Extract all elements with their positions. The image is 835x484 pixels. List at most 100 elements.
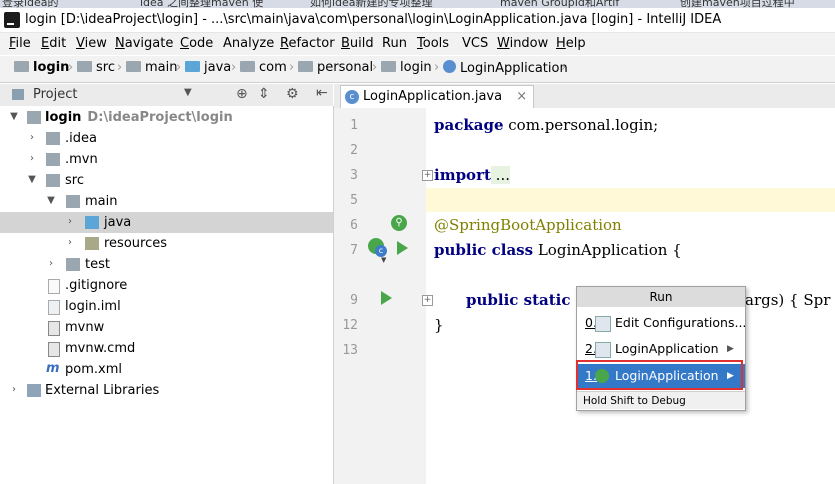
menu-code[interactable]: Code (180, 36, 213, 51)
chevron-right-icon[interactable]: › (26, 132, 38, 144)
breadcrumb-item-com[interactable]: com (240, 60, 287, 75)
tree-item-gitignore[interactable]: .gitignore (0, 275, 333, 296)
menu-file[interactable]: File (9, 36, 31, 51)
menu-refactor[interactable]: Refactor (280, 36, 335, 51)
browser-tab[interactable]: maven GroupId和Artif (500, 0, 619, 8)
menu-item-login-application-2[interactable]: 2. LoginApplication ▶ (577, 337, 745, 361)
tree-item-label: mvnw (65, 320, 105, 335)
chevron-right-icon[interactable]: › (26, 153, 38, 165)
project-panel-header: Project ▼ ⊕ ⇕ ⚙ ⇤ (0, 84, 333, 107)
tree-item-mvnw[interactable]: mvnw (0, 317, 333, 338)
popup-title: Run (577, 287, 745, 307)
browser-tab-strip: 登录idea的 idea 之间整理maven 使 如何idea新建的专项整理 m… (0, 0, 835, 8)
project-panel-title[interactable]: Project (33, 87, 77, 102)
menu-navigate[interactable]: Navigate (115, 36, 173, 51)
popup-hint: Hold Shift to Debug (577, 391, 745, 409)
tree-item-test[interactable]: › test (0, 254, 333, 275)
dropdown-arrow-icon[interactable]: ▼ (381, 256, 386, 264)
tree-item-label: .mvn (65, 152, 98, 167)
edit-config-icon (595, 316, 611, 332)
chevron-right-icon: › (289, 60, 295, 75)
breadcrumb-item-java[interactable]: java (185, 60, 231, 75)
chevron-down-icon[interactable]: ▼ (26, 174, 38, 186)
tree-item-label: mvnw.cmd (65, 341, 136, 356)
breadcrumb-item-class[interactable]: LoginApplication (443, 60, 568, 76)
chevron-right-icon: › (68, 60, 74, 75)
code-line-3: import ... (434, 166, 510, 184)
menu-help[interactable]: Help (556, 36, 586, 51)
menu-build[interactable]: Build (341, 36, 374, 51)
menu-analyze[interactable]: Analyze (223, 36, 274, 51)
menu-view[interactable]: View (76, 36, 107, 51)
line-number: 12 (342, 318, 358, 333)
collapse-all-icon[interactable]: ⇕ (258, 86, 270, 102)
fold-expand-icon[interactable]: + (422, 170, 433, 181)
tree-item-label: login.iml (65, 299, 121, 314)
locate-file-icon[interactable]: ⊕ (236, 86, 248, 102)
spring-class-icon: c (345, 90, 359, 104)
menu-run[interactable]: Run (382, 36, 407, 51)
fold-expand-icon[interactable]: + (422, 295, 433, 306)
tree-item-label: .idea (65, 131, 97, 146)
line-number: 7 (350, 243, 358, 258)
tree-item-external-libraries[interactable]: › External Libraries (0, 380, 333, 401)
browser-tab[interactable]: idea 之间整理maven 使 (140, 0, 263, 8)
menu-tools[interactable]: Tools (417, 36, 449, 51)
menu-bar: File Edit View Navigate Code Analyze Refactor B… (0, 33, 835, 55)
tree-item-label: resources (104, 236, 168, 251)
breadcrumb: login › src › main › java › com › person… (0, 56, 835, 83)
browser-tab[interactable]: 创建maven项目过程中 (680, 0, 795, 8)
line-number: 13 (342, 343, 358, 358)
chevron-down-icon[interactable]: ▼ (8, 111, 20, 123)
project-view-dropdown-icon[interactable]: ▼ (184, 87, 192, 98)
hide-panel-icon[interactable]: ⇤ (316, 85, 328, 101)
maven-icon: m (46, 361, 60, 376)
chevron-right-icon[interactable]: › (45, 258, 57, 270)
source-folder-icon (85, 216, 99, 229)
menu-edit[interactable]: Edit (41, 36, 66, 51)
run-popup: Run 0. Edit Configurations... 2. LoginAp… (576, 286, 746, 411)
breadcrumb-item-main[interactable]: main (126, 60, 177, 75)
chevron-right-icon: › (117, 60, 123, 75)
breadcrumb-item-personal[interactable]: personal (298, 60, 373, 75)
folder-icon (14, 61, 29, 72)
folder-icon (46, 132, 60, 145)
project-tree: ▼ login D:\ideaProject\login › .idea › .m… (0, 106, 334, 484)
tree-item-java[interactable]: › java (0, 212, 333, 233)
tree-item-resources[interactable]: › resources (0, 233, 333, 254)
close-icon[interactable]: × (516, 89, 527, 104)
tree-item-mvn[interactable]: › .mvn (0, 149, 333, 170)
tree-item-login[interactable]: ▼ login D:\ideaProject\login (0, 107, 333, 128)
tree-item-pom[interactable]: m pom.xml (0, 359, 333, 380)
chevron-right-icon: › (434, 60, 440, 75)
run-main-icon[interactable] (381, 291, 392, 305)
folder-icon (66, 195, 80, 208)
run-class-icon[interactable] (397, 241, 408, 255)
menu-item-edit-configurations[interactable]: 0. Edit Configurations... (577, 311, 746, 335)
chevron-right-icon[interactable]: › (8, 384, 20, 396)
gear-icon[interactable]: ⚙ (286, 86, 299, 102)
browser-tab[interactable]: 如何idea新建的专项整理 (310, 0, 433, 8)
chevron-right-icon[interactable]: › (64, 216, 76, 228)
tree-item-mvnw-cmd[interactable]: mvnw.cmd (0, 338, 333, 359)
tab-login-application[interactable]: c LoginApplication.java × (340, 85, 535, 108)
line-number: 3 (350, 168, 358, 183)
project-path: D:\ideaProject\login (87, 110, 233, 125)
spring-bean-icon[interactable]: ⚲ (391, 215, 407, 231)
breadcrumb-item-login-package[interactable]: login (381, 60, 432, 75)
breadcrumb-item-login[interactable]: login (14, 60, 69, 75)
chevron-right-icon[interactable]: › (64, 237, 76, 249)
menu-window[interactable]: Window (497, 36, 548, 51)
tree-item-login-iml[interactable]: login.iml (0, 296, 333, 317)
chevron-down-icon[interactable]: ▼ (45, 195, 57, 207)
tree-item-src[interactable]: ▼ src (0, 170, 333, 191)
tree-item-idea[interactable]: › .idea (0, 128, 333, 149)
tree-item-label: test (85, 257, 110, 272)
folder-icon (27, 111, 41, 124)
browser-tab[interactable]: 登录idea的 (2, 0, 59, 8)
tree-item-main[interactable]: ▼ main (0, 191, 333, 212)
breadcrumb-item-src[interactable]: src (77, 60, 115, 75)
menu-vcs[interactable]: VCS (462, 36, 488, 51)
editor-tab-bar: c LoginApplication.java × (334, 84, 835, 109)
code-line-1: package com.personal.login; (434, 116, 659, 134)
